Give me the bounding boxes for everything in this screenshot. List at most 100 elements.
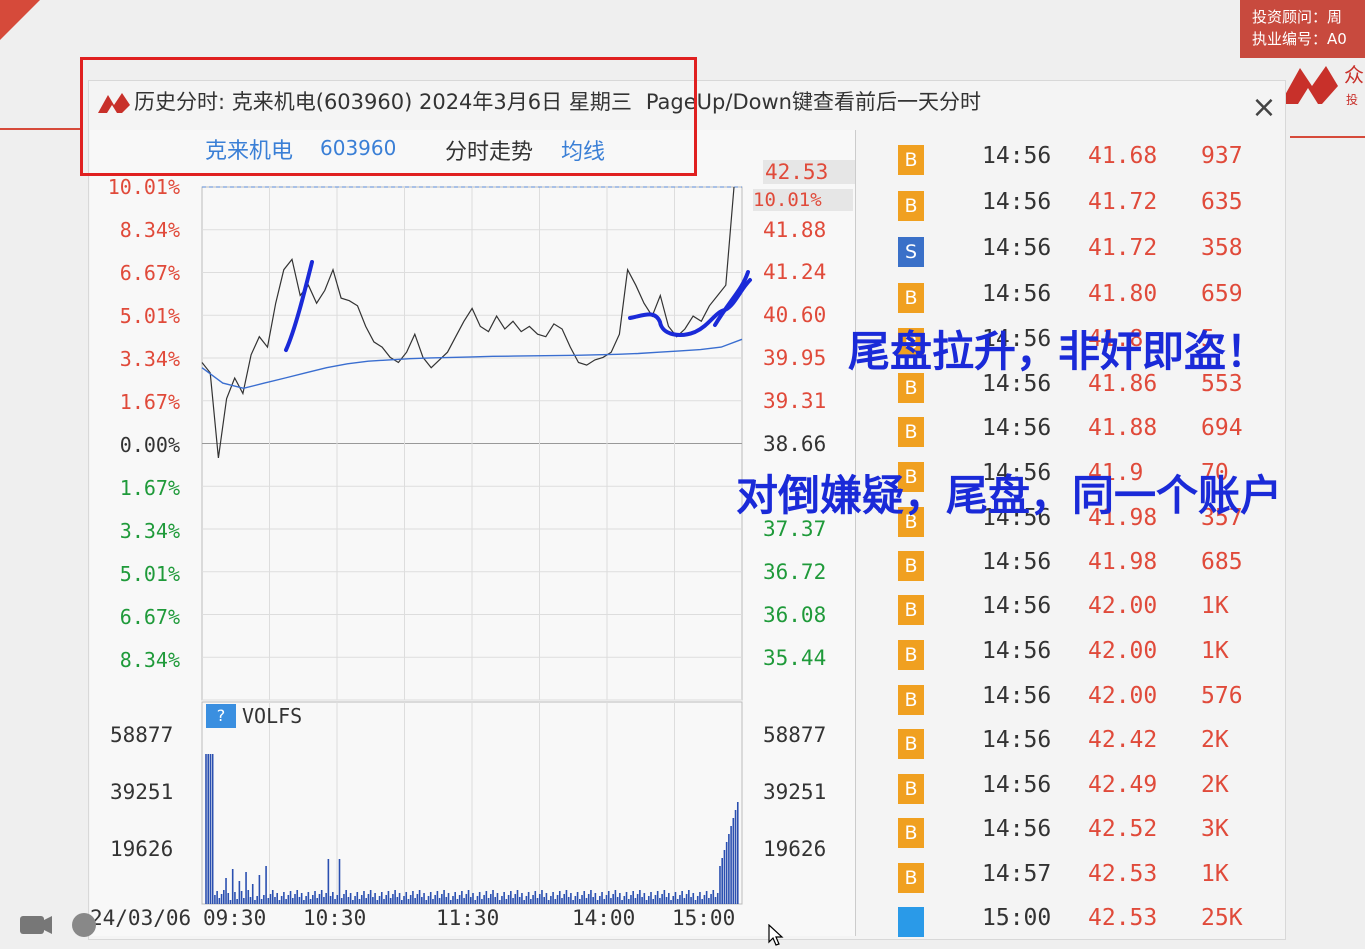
trade-time: 14:56: [982, 143, 1052, 169]
buy-badge: B: [898, 191, 924, 221]
divider-line: [1290, 136, 1365, 138]
trade-time: 14:56: [982, 816, 1052, 842]
trade-time: 14:56: [982, 415, 1052, 441]
x-axis-tick-label: 15:00: [672, 906, 736, 930]
trade-time: 15:00: [982, 905, 1052, 931]
trade-row: B 14:56 41.88 694: [856, 415, 1284, 459]
advisor-name: 投资顾问：周: [1252, 8, 1343, 26]
trade-row: 15:00 42.53 25K: [856, 905, 1284, 949]
buy-badge: B: [898, 863, 924, 893]
y-axis-tick-label-left: 5.01%: [119, 562, 180, 586]
divider-line: [0, 128, 80, 130]
y-axis-tick-label-right: 39.95: [763, 346, 827, 370]
volume-help-button[interactable]: ?: [206, 704, 236, 728]
trade-time: 14:56: [982, 549, 1052, 575]
buy-badge: B: [898, 640, 924, 670]
trade-row: B 14:56 42.00 1K: [856, 593, 1284, 637]
end-badge: [898, 907, 924, 937]
trade-price: 41.68: [1088, 143, 1158, 169]
volume-tick-label-left: 58877: [110, 723, 174, 747]
y-axis-tick-label-right: 35.44: [763, 646, 827, 670]
trade-volume: 685: [1201, 549, 1243, 575]
y-axis-tick-label-left: 1.67%: [119, 476, 180, 500]
trade-price: 42.00: [1088, 593, 1158, 619]
y-axis-tick-label-left: 0.00%: [119, 433, 180, 457]
y-axis-tick-label-right: 38.66: [763, 432, 827, 456]
trade-price: 42.52: [1088, 816, 1158, 842]
trade-row: B 14:57 42.53 1K: [856, 861, 1284, 905]
volume-tick-label-right: 58877: [763, 723, 827, 747]
trade-time: 14:56: [982, 727, 1052, 753]
camera-icon[interactable]: [20, 916, 44, 934]
buy-badge: B: [898, 417, 924, 447]
volume-indicator-label: VOLFS: [242, 704, 303, 728]
chat-icon[interactable]: [72, 913, 96, 937]
corner-decoration: [0, 0, 40, 40]
trade-price: 41.72: [1088, 235, 1158, 261]
advisor-banner: 投资顾问：周 执业编号：A0: [1240, 0, 1365, 58]
trade-row: B 14:56 41.98 685: [856, 549, 1284, 593]
trade-time: 14:56: [982, 281, 1052, 307]
buy-badge: B: [898, 685, 924, 715]
sell-badge: S: [898, 237, 924, 267]
volume-tick-label-right: 19626: [763, 837, 827, 861]
trade-time: 14:56: [982, 593, 1052, 619]
trade-row: B 14:56 41.68 937: [856, 143, 1284, 187]
y-axis-tick-label-left: 8.34%: [119, 218, 180, 242]
brand-logo: 众 投: [1280, 63, 1364, 107]
buy-badge: B: [898, 551, 924, 581]
trade-row: B 14:56 42.49 2K: [856, 772, 1284, 816]
y-axis-tick-label-right: 36.08: [763, 603, 827, 627]
y-axis-tick-label-right: 42.53: [763, 160, 855, 184]
buy-badge: B: [898, 729, 924, 759]
buy-badge: B: [898, 145, 924, 175]
trade-volume: 635: [1201, 189, 1243, 215]
trade-price: 42.53: [1088, 905, 1158, 931]
trade-price: 42.49: [1088, 772, 1158, 798]
trade-time: 14:57: [982, 861, 1052, 887]
svg-text:众: 众: [1344, 63, 1364, 87]
trade-volume: 1K: [1201, 638, 1229, 664]
trade-row: B 14:56 41.72 635: [856, 189, 1284, 233]
y-axis-tick-label-left: 6.67%: [119, 261, 180, 285]
highlight-box: [80, 57, 697, 176]
intraday-chart: [201, 186, 752, 905]
trade-time: 14:56: [982, 235, 1052, 261]
y-axis-tick-label-right: 40.60: [763, 303, 827, 327]
player-toolbar: [20, 913, 96, 937]
trade-price: 42.00: [1088, 638, 1158, 664]
volume-tick-label-left: 39251: [110, 780, 174, 804]
trade-ticks-list: B 14:56 41.68 937 B 14:56 41.72 635 S 14:56 41.72 3…: [856, 132, 1284, 938]
trade-row: B 14:56 42.00 1K: [856, 638, 1284, 682]
trade-price: 41.72: [1088, 189, 1158, 215]
x-axis-tick-label: 11:30: [436, 906, 500, 930]
trade-volume: 3K: [1201, 816, 1229, 842]
x-axis-tick-label: 10:30: [303, 906, 367, 930]
mouse-cursor-icon: [768, 924, 784, 946]
buy-badge: B: [898, 283, 924, 313]
x-axis-tick-label: 09:30: [203, 906, 267, 930]
trade-time: 14:56: [982, 683, 1052, 709]
trade-price: 42.00: [1088, 683, 1158, 709]
x-axis-tick-label: 14:00: [572, 906, 636, 930]
trade-price: 41.80: [1088, 281, 1158, 307]
y-axis-tick-label-right: 36.72: [763, 560, 827, 584]
trade-volume: 937: [1201, 143, 1243, 169]
trade-row: S 14:56 41.72 358: [856, 235, 1284, 279]
trade-price: 41.88: [1088, 415, 1158, 441]
trade-volume: 694: [1201, 415, 1243, 441]
trade-volume: 25K: [1201, 905, 1243, 931]
annotation-text: 对倒嫌疑，尾盘，同一个账户: [736, 471, 1283, 520]
trade-volume: 1K: [1201, 593, 1229, 619]
close-icon[interactable]: ×: [1248, 92, 1280, 124]
buy-badge: B: [898, 818, 924, 848]
advisor-license: 执业编号：A0: [1252, 30, 1347, 48]
trade-price: 42.53: [1088, 861, 1158, 887]
volume-tick-label-right: 39251: [763, 780, 827, 804]
trade-time: 14:56: [982, 189, 1052, 215]
svg-text:投: 投: [1346, 92, 1358, 107]
trade-time: 14:56: [982, 772, 1052, 798]
trade-volume: 1K: [1201, 861, 1229, 887]
y-axis-tick-label-right: 41.24: [763, 260, 827, 284]
buy-badge: B: [898, 774, 924, 804]
